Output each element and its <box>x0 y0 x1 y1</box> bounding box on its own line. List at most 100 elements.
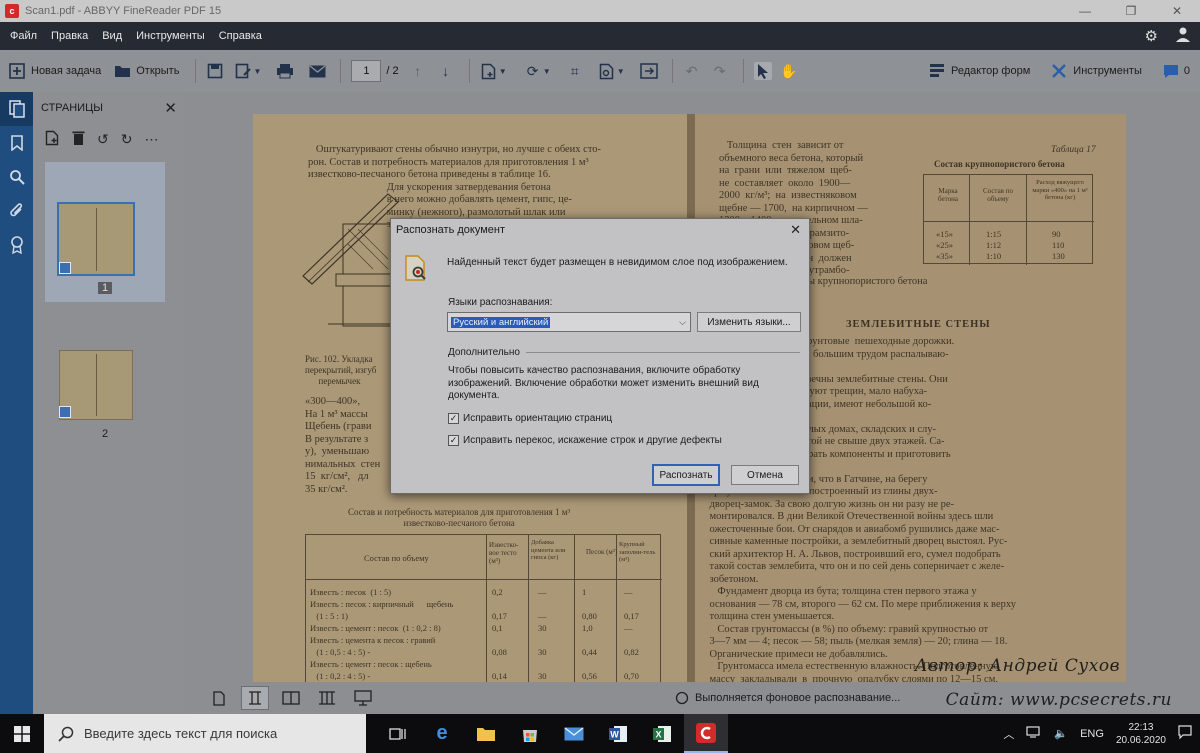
tools-button[interactable]: Инструменты <box>1050 62 1142 80</box>
table-cell: — <box>538 611 547 621</box>
show-hidden-icons-chevron-up-icon[interactable]: ︿ <box>1003 726 1014 742</box>
delete-page-trash-icon[interactable] <box>72 130 85 149</box>
search-panel-icon[interactable] <box>0 160 33 194</box>
app-logo-icon: c <box>5 4 19 18</box>
clock[interactable]: 22:13 20.06.2020 <box>1116 721 1166 747</box>
signatures-icon[interactable] <box>0 228 33 262</box>
rotate-dropdown-icon[interactable]: ▼ <box>542 62 552 80</box>
task-view-icon[interactable] <box>376 714 420 753</box>
menu-help[interactable]: Справка <box>219 30 262 42</box>
menu-file[interactable]: Файл <box>10 30 37 42</box>
two-page-scroll-view-icon[interactable] <box>313 686 341 710</box>
windows-logo-icon <box>14 725 30 742</box>
table-cell: (1 : 0,2 : 4 : 5) - <box>310 671 371 681</box>
fix-skew-checkbox[interactable]: ✓ Исправить перекос, искажение строк и д… <box>448 435 722 446</box>
save-icon[interactable] <box>206 62 224 80</box>
fix-orientation-checkbox[interactable]: ✓ Исправить ориентацию страниц <box>448 413 612 424</box>
table-header-cell: Состав по объему <box>982 187 1013 203</box>
previous-page-arrow-icon[interactable]: ↑ <box>409 62 427 80</box>
save-as-edit-icon[interactable] <box>234 62 252 80</box>
attachments-paperclip-icon[interactable] <box>0 194 33 228</box>
crop-icon[interactable]: ⌗ <box>566 62 584 80</box>
network-icon[interactable] <box>1026 726 1042 741</box>
rotate-right-icon[interactable]: ↻ <box>121 131 133 148</box>
notifications-icon[interactable] <box>1178 725 1192 742</box>
word-icon[interactable]: W <box>596 714 640 753</box>
rotate-left-icon[interactable]: ↺ <box>97 131 109 148</box>
redo-icon[interactable]: ↷ <box>711 62 729 80</box>
close-window-button[interactable]: ✕ <box>1154 0 1200 22</box>
dialog-close-icon[interactable]: ✕ <box>790 222 801 238</box>
file-explorer-icon[interactable] <box>464 714 508 753</box>
form-editor-button[interactable]: Редактор форм <box>928 62 1030 80</box>
cancel-button[interactable]: Отмена <box>731 465 799 485</box>
presentation-view-icon[interactable] <box>349 686 377 710</box>
add-page-icon[interactable] <box>480 62 498 80</box>
page-number-label: 2 <box>101 428 109 440</box>
email-icon[interactable] <box>308 62 326 80</box>
menu-tools[interactable]: Инструменты <box>136 30 205 42</box>
account-icon[interactable] <box>1174 25 1192 47</box>
taskbar-search-box[interactable]: Введите здесь текст для поиска <box>44 714 366 753</box>
pages-panel-icon[interactable] <box>0 92 33 126</box>
two-page-view-icon[interactable] <box>277 686 305 710</box>
hand-pan-icon[interactable]: ✋ <box>780 62 798 80</box>
store-icon[interactable] <box>508 714 552 753</box>
minimize-button[interactable]: — <box>1062 0 1108 22</box>
settings-gear-icon[interactable]: ⚙ <box>1145 27 1158 45</box>
open-button[interactable]: Открыть <box>113 62 179 80</box>
table-cell: Известь : песок (1 : 5) <box>310 587 392 597</box>
scroll-pages-view-icon[interactable] <box>241 686 269 710</box>
table-cell: 30 <box>538 671 547 681</box>
table-cell: «35» <box>936 251 953 261</box>
close-panel-icon[interactable]: ✕ <box>164 99 177 117</box>
mail-icon[interactable] <box>552 714 596 753</box>
fix-skew-label: Исправить перекос, искажение строк и дру… <box>463 435 722 446</box>
menu-view[interactable]: Вид <box>102 30 122 42</box>
left-page-middle-text: «300—400», На 1 м³ массы Щебень (грави В… <box>305 396 381 495</box>
clock-date: 20.06.2020 <box>1115 734 1166 746</box>
page-number-input[interactable]: 1 <box>351 60 382 82</box>
table-cell: 1 <box>582 587 587 597</box>
convert-page-icon[interactable] <box>639 62 658 80</box>
single-page-view-icon[interactable] <box>205 686 233 710</box>
table-cell: 0,70 <box>624 671 639 681</box>
edge-browser-icon[interactable]: e <box>420 714 464 753</box>
undo-icon[interactable]: ↶ <box>683 62 701 80</box>
table-cell: 0,17 <box>492 611 507 621</box>
table-cell: 30 <box>538 647 547 657</box>
print-icon[interactable] <box>276 62 294 80</box>
save-dropdown-icon[interactable]: ▼ <box>252 62 262 80</box>
recognize-document-icon <box>405 255 426 281</box>
next-page-arrow-icon[interactable]: ↓ <box>437 62 455 80</box>
clock-time: 22:13 <box>1128 721 1154 733</box>
input-language[interactable]: ENG <box>1080 728 1104 740</box>
table-header-cell: Расход вяжущего марки «400» на 1 м³ бето… <box>1032 179 1088 201</box>
right-page-table: Марка бетона Состав по объему Расход вяж… <box>923 174 1094 265</box>
search-document-icon[interactable] <box>598 62 616 80</box>
search-dropdown-icon[interactable]: ▼ <box>616 62 626 80</box>
select-cursor-icon[interactable] <box>753 62 772 80</box>
page-thumbnail-1[interactable]: 1 <box>45 162 165 302</box>
start-button[interactable] <box>0 714 44 753</box>
folder-icon <box>113 62 131 80</box>
excel-icon[interactable]: X <box>640 714 684 753</box>
more-options-icon[interactable]: ⋯ <box>144 131 158 148</box>
bookmarks-icon[interactable] <box>0 126 33 160</box>
rotate-icon[interactable]: ⟳ <box>524 62 542 80</box>
additional-title: Дополнительно <box>448 347 520 358</box>
add-page-dropdown-icon[interactable]: ▼ <box>498 62 508 80</box>
new-task-button[interactable]: Новая задача <box>8 62 101 80</box>
page-thumbnail-2[interactable]: 2 <box>45 342 165 452</box>
add-page-panel-icon[interactable] <box>45 130 60 149</box>
recognize-button[interactable]: Распознать <box>652 464 720 486</box>
change-languages-button[interactable]: Изменить языки... <box>697 312 801 332</box>
maximize-button[interactable]: ❐ <box>1108 0 1154 22</box>
table-cell: — <box>624 587 633 597</box>
finereader-taskbar-icon[interactable] <box>684 714 728 753</box>
volume-icon[interactable]: 🔈 <box>1054 727 1068 740</box>
table-header-cell: Песок (м³) <box>586 548 618 556</box>
menu-edit[interactable]: Правка <box>51 30 88 42</box>
comments-button[interactable]: 0 <box>1162 62 1190 80</box>
languages-select[interactable]: Русский и английский ⌵ <box>447 312 691 332</box>
